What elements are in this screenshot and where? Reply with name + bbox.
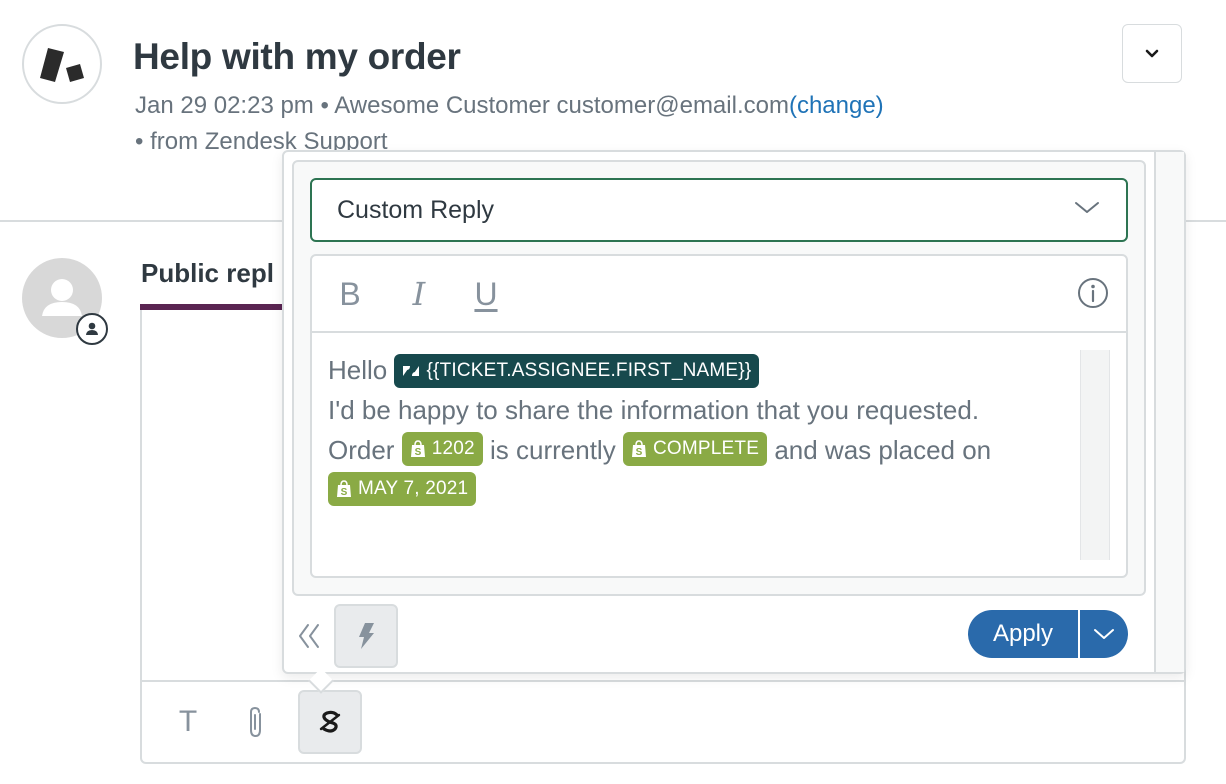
zendesk-icon bbox=[403, 366, 420, 376]
order-number-text: 1202 bbox=[431, 438, 475, 459]
order-date-text: MAY 7, 2021 bbox=[358, 478, 469, 499]
app-icon bbox=[319, 710, 341, 733]
person-icon bbox=[86, 322, 98, 335]
change-requester-link[interactable]: (change) bbox=[789, 92, 884, 119]
body-line-2: I'd be happy to share the information th… bbox=[328, 395, 980, 425]
meta-separator: • bbox=[313, 92, 335, 119]
macros-button[interactable] bbox=[334, 604, 398, 668]
tab-public-reply[interactable]: Public repl bbox=[141, 258, 274, 289]
shopify-icon: S bbox=[631, 440, 646, 458]
reply-toolbar-divider bbox=[140, 680, 1186, 682]
ticket-timestamp: Jan 29 02:23 pm bbox=[135, 92, 314, 119]
shopify-icon: S bbox=[410, 440, 425, 458]
svg-text:S: S bbox=[341, 487, 348, 498]
apply-options-button[interactable] bbox=[1080, 610, 1128, 658]
brand-logo-avatar bbox=[22, 24, 102, 104]
lightning-icon bbox=[359, 623, 374, 649]
app-integration-button[interactable] bbox=[298, 690, 362, 754]
order-status-pill[interactable]: S COMPLETE bbox=[622, 432, 768, 466]
double-chevron-left-icon bbox=[299, 624, 319, 648]
macro-select[interactable]: Custom Reply bbox=[310, 178, 1128, 242]
order-number-pill[interactable]: S 1202 bbox=[401, 432, 483, 466]
attach-file-button[interactable] bbox=[236, 700, 276, 744]
apply-button[interactable]: Apply bbox=[968, 610, 1080, 658]
status-prefix-text: is currently bbox=[490, 435, 616, 465]
order-date-pill[interactable]: S MAY 7, 2021 bbox=[328, 472, 477, 506]
brand-logo-icon bbox=[40, 48, 84, 82]
assignee-placeholder-pill[interactable]: {{TICKET.ASSIGNEE.FIRST_NAME}} bbox=[394, 354, 760, 388]
popover-side-rail bbox=[1154, 152, 1184, 672]
editor-scrollbar[interactable] bbox=[1080, 350, 1110, 560]
ticket-options-button[interactable] bbox=[1122, 24, 1182, 83]
body-line-3: Order S 1202 is currently S COMPLETE and… bbox=[328, 430, 1076, 470]
info-icon bbox=[1078, 278, 1108, 308]
date-prefix-text: and was placed on bbox=[774, 435, 992, 465]
macro-select-value: Custom Reply bbox=[337, 195, 494, 224]
apply-button-group: Apply bbox=[968, 610, 1128, 658]
body-line-4: S MAY 7, 2021 bbox=[328, 470, 1076, 510]
svg-text:S: S bbox=[414, 447, 421, 458]
agent-role-badge bbox=[76, 313, 108, 345]
body-line-1: Hello {{TICKET.ASSIGNEE.FIRST_NAME}} bbox=[328, 350, 1076, 390]
macro-body-text[interactable]: Hello {{TICKET.ASSIGNEE.FIRST_NAME}} I'd… bbox=[328, 350, 1076, 510]
paperclip-icon bbox=[250, 706, 261, 738]
shopify-icon: S bbox=[337, 480, 351, 498]
info-button[interactable] bbox=[1076, 276, 1110, 310]
order-status-text: COMPLETE bbox=[652, 438, 760, 459]
chevron-down-icon bbox=[1145, 49, 1159, 57]
order-prefix-text: Order bbox=[328, 435, 395, 465]
bold-button[interactable]: B bbox=[334, 272, 366, 316]
editor-toolbar-divider bbox=[312, 331, 1126, 333]
text-format-icon: T bbox=[178, 705, 198, 738]
svg-text:S: S bbox=[636, 447, 643, 458]
italic-button[interactable]: I bbox=[404, 272, 434, 316]
ticket-title: Help with my order bbox=[133, 36, 461, 77]
greeting-text: Hello bbox=[328, 355, 388, 385]
requester-name: Awesome Customer bbox=[334, 92, 550, 119]
ticket-meta: Jan 29 02:23 pm • Awesome Customer custo… bbox=[135, 92, 884, 120]
chevron-down-icon bbox=[1075, 202, 1099, 213]
collapse-panel-button[interactable] bbox=[296, 620, 324, 652]
chevron-down-icon bbox=[1094, 629, 1114, 639]
text-format-button[interactable]: T bbox=[168, 700, 208, 744]
underline-button[interactable]: U bbox=[470, 272, 502, 316]
assignee-placeholder-text: {{TICKET.ASSIGNEE.FIRST_NAME}} bbox=[426, 360, 752, 381]
requester-email: customer@email.com bbox=[556, 92, 789, 119]
